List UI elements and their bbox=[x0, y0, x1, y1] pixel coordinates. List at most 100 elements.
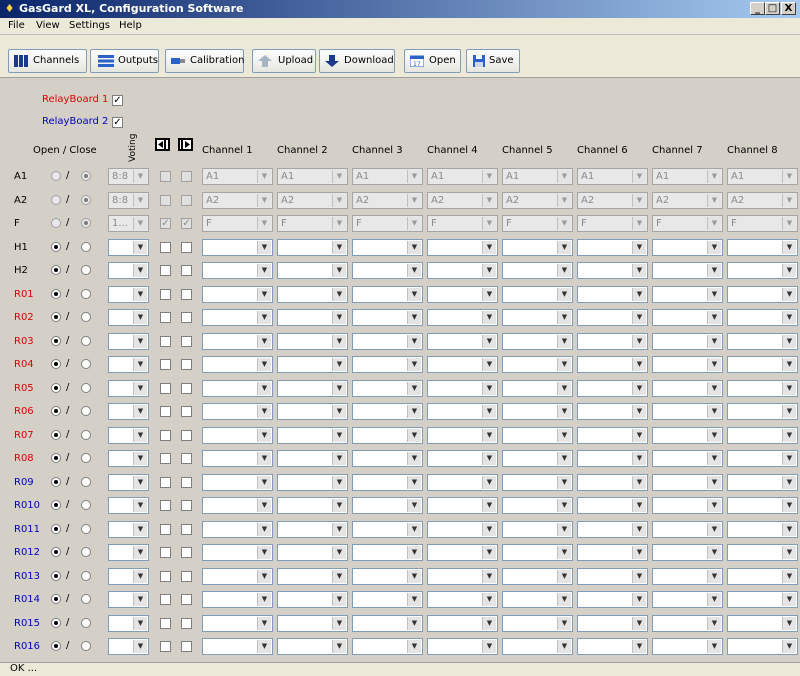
close-radio[interactable] bbox=[81, 218, 91, 228]
contact-close-checkbox[interactable] bbox=[181, 289, 192, 300]
channel-5-select[interactable]: ▼ bbox=[502, 568, 573, 585]
contact-open-checkbox[interactable] bbox=[160, 618, 171, 629]
channel-7-select[interactable]: ▼ bbox=[652, 356, 723, 373]
channel-3-select[interactable]: F ▼ bbox=[352, 215, 423, 232]
contact-open-checkbox[interactable] bbox=[160, 524, 171, 535]
channel-1-select[interactable]: ▼ bbox=[202, 521, 273, 538]
voting-select[interactable]: ▼ bbox=[108, 356, 149, 373]
voting-select[interactable]: ▼ bbox=[108, 474, 149, 491]
channel-6-select[interactable]: ▼ bbox=[577, 521, 648, 538]
channel-2-select[interactable]: F ▼ bbox=[277, 215, 348, 232]
channel-2-select[interactable]: ▼ bbox=[277, 403, 348, 420]
channel-7-select[interactable]: ▼ bbox=[652, 239, 723, 256]
channel-5-select[interactable]: A1 ▼ bbox=[502, 168, 573, 185]
open-radio[interactable] bbox=[51, 383, 61, 393]
channel-1-select[interactable]: ▼ bbox=[202, 403, 273, 420]
channel-3-select[interactable]: ▼ bbox=[352, 427, 423, 444]
open-radio[interactable] bbox=[51, 359, 61, 369]
channel-4-select[interactable]: ▼ bbox=[427, 309, 498, 326]
channel-1-select[interactable]: ▼ bbox=[202, 262, 273, 279]
channel-4-select[interactable]: ▼ bbox=[427, 521, 498, 538]
voting-select[interactable]: ▼ bbox=[108, 309, 149, 326]
voting-select[interactable]: ▼ bbox=[108, 427, 149, 444]
channel-1-select[interactable]: A2 ▼ bbox=[202, 192, 273, 209]
voting-select[interactable]: ▼ bbox=[108, 380, 149, 397]
channel-4-select[interactable]: ▼ bbox=[427, 568, 498, 585]
channel-2-select[interactable]: ▼ bbox=[277, 638, 348, 655]
channel-2-select[interactable]: ▼ bbox=[277, 544, 348, 561]
channel-6-select[interactable]: ▼ bbox=[577, 356, 648, 373]
channel-8-select[interactable]: ▼ bbox=[727, 309, 798, 326]
voting-select[interactable]: ▼ bbox=[108, 568, 149, 585]
channel-1-select[interactable]: A1 ▼ bbox=[202, 168, 273, 185]
channel-6-select[interactable]: ▼ bbox=[577, 591, 648, 608]
channel-2-select[interactable]: ▼ bbox=[277, 450, 348, 467]
channel-3-select[interactable]: ▼ bbox=[352, 262, 423, 279]
open-radio[interactable] bbox=[51, 289, 61, 299]
close-radio[interactable] bbox=[81, 430, 91, 440]
channel-6-select[interactable]: ▼ bbox=[577, 497, 648, 514]
channel-7-select[interactable]: ▼ bbox=[652, 380, 723, 397]
channel-7-select[interactable]: A1 ▼ bbox=[652, 168, 723, 185]
channel-6-select[interactable]: ▼ bbox=[577, 450, 648, 467]
channel-1-select[interactable]: ▼ bbox=[202, 427, 273, 444]
channel-7-select[interactable]: ▼ bbox=[652, 262, 723, 279]
channel-8-select[interactable]: ▼ bbox=[727, 356, 798, 373]
channel-7-select[interactable]: ▼ bbox=[652, 333, 723, 350]
voting-select[interactable]: ▼ bbox=[108, 638, 149, 655]
channel-8-select[interactable]: A1 ▼ bbox=[727, 168, 798, 185]
channel-3-select[interactable]: ▼ bbox=[352, 309, 423, 326]
contact-close-checkbox[interactable] bbox=[181, 336, 192, 347]
channel-6-select[interactable]: A1 ▼ bbox=[577, 168, 648, 185]
contact-open-checkbox[interactable] bbox=[160, 547, 171, 558]
open-radio[interactable] bbox=[51, 336, 61, 346]
channel-2-select[interactable]: ▼ bbox=[277, 309, 348, 326]
close-radio[interactable] bbox=[81, 524, 91, 534]
channel-5-select[interactable]: ▼ bbox=[502, 356, 573, 373]
contact-close-checkbox[interactable] bbox=[181, 477, 192, 488]
channel-8-select[interactable]: ▼ bbox=[727, 521, 798, 538]
contact-close-checkbox[interactable] bbox=[181, 359, 192, 370]
open-radio[interactable] bbox=[51, 453, 61, 463]
voting-select[interactable]: ▼ bbox=[108, 544, 149, 561]
channel-8-select[interactable]: ▼ bbox=[727, 239, 798, 256]
contact-open-checkbox[interactable] bbox=[160, 383, 171, 394]
contact-open-checkbox[interactable] bbox=[160, 312, 171, 323]
minimize-button[interactable]: _ bbox=[750, 2, 765, 15]
channel-3-select[interactable]: ▼ bbox=[352, 239, 423, 256]
contact-close-checkbox[interactable] bbox=[181, 242, 192, 253]
voting-select[interactable]: ▼ bbox=[108, 521, 149, 538]
channel-5-select[interactable]: ▼ bbox=[502, 474, 573, 491]
save-button[interactable]: Save bbox=[466, 49, 520, 73]
voting-select[interactable]: ▼ bbox=[108, 286, 149, 303]
channel-5-select[interactable]: ▼ bbox=[502, 239, 573, 256]
calibration-button[interactable]: Calibration bbox=[165, 49, 244, 73]
contact-open-checkbox[interactable] bbox=[160, 571, 171, 582]
channel-4-select[interactable]: ▼ bbox=[427, 638, 498, 655]
channel-3-select[interactable]: ▼ bbox=[352, 615, 423, 632]
channel-8-select[interactable]: ▼ bbox=[727, 333, 798, 350]
close-radio[interactable] bbox=[81, 500, 91, 510]
contact-open-checkbox[interactable] bbox=[160, 265, 171, 276]
channel-4-select[interactable]: ▼ bbox=[427, 356, 498, 373]
channel-6-select[interactable]: ▼ bbox=[577, 638, 648, 655]
channel-1-select[interactable]: ▼ bbox=[202, 333, 273, 350]
channel-2-select[interactable]: ▼ bbox=[277, 333, 348, 350]
close-radio[interactable] bbox=[81, 265, 91, 275]
channel-2-select[interactable]: ▼ bbox=[277, 356, 348, 373]
voting-select[interactable]: ▼ bbox=[108, 497, 149, 514]
close-radio[interactable] bbox=[81, 547, 91, 557]
channel-6-select[interactable]: ▼ bbox=[577, 333, 648, 350]
channel-6-select[interactable]: ▼ bbox=[577, 286, 648, 303]
close-radio[interactable] bbox=[81, 406, 91, 416]
open-radio[interactable] bbox=[51, 406, 61, 416]
channel-2-select[interactable]: ▼ bbox=[277, 474, 348, 491]
voting-select[interactable]: ▼ bbox=[108, 239, 149, 256]
contact-close-checkbox[interactable] bbox=[181, 618, 192, 629]
channel-7-select[interactable]: F ▼ bbox=[652, 215, 723, 232]
channel-7-select[interactable]: ▼ bbox=[652, 521, 723, 538]
channel-5-select[interactable]: ▼ bbox=[502, 380, 573, 397]
close-button[interactable]: X bbox=[781, 2, 796, 15]
contact-open-checkbox[interactable] bbox=[160, 430, 171, 441]
channel-1-select[interactable]: ▼ bbox=[202, 356, 273, 373]
